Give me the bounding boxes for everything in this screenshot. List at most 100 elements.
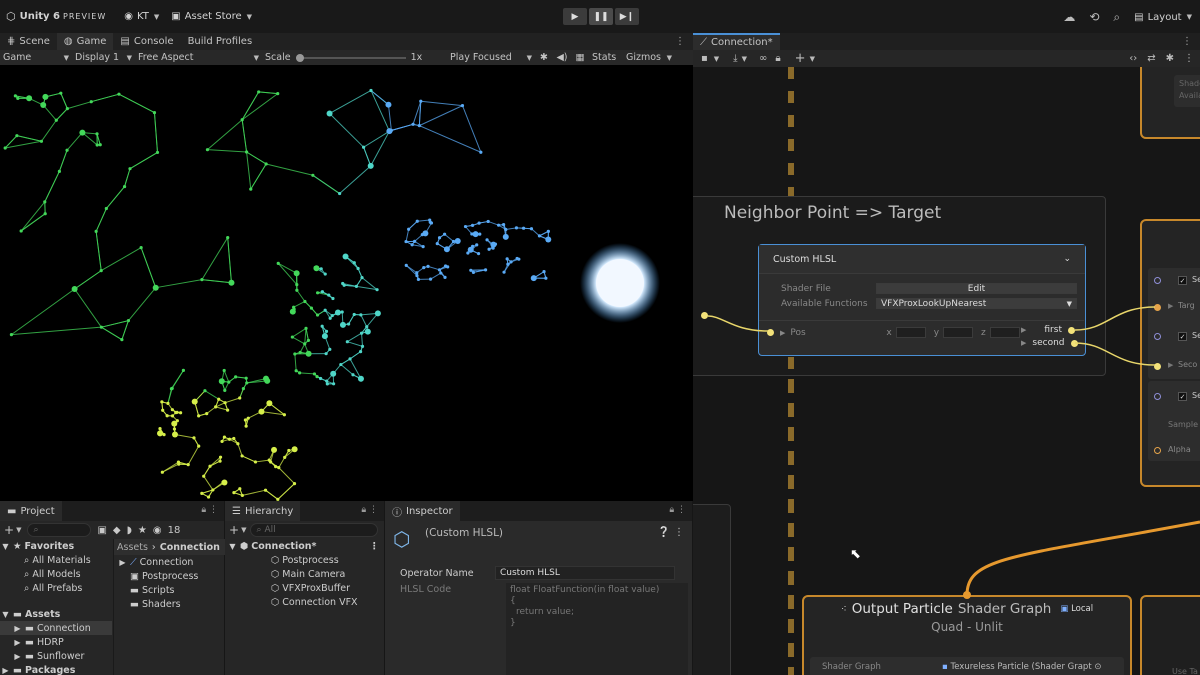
block-enabled-checkbox[interactable]: ✓	[1178, 276, 1187, 285]
debug-icon[interactable]: ✱	[1166, 53, 1174, 64]
account-dropdown[interactable]: ◉ KT ▼	[118, 6, 165, 28]
second-input-port[interactable]	[1154, 363, 1161, 370]
object-picker-icon[interactable]: ⊙	[1094, 662, 1101, 672]
expand-icon[interactable]: ▶	[780, 329, 785, 337]
more-options-icon[interactable]: ⋮	[675, 36, 685, 47]
operator-name-input[interactable]: Custom HLSL	[495, 566, 675, 580]
node-partial-left[interactable]	[693, 504, 731, 675]
keyboard-icon[interactable]: ▦	[571, 52, 589, 63]
scene-filter-icon[interactable]: ▣	[97, 525, 106, 536]
lock-icon[interactable]: 🔒︎ ⋮	[361, 505, 378, 515]
display-dropdown[interactable]: Display 1 ▼	[72, 50, 135, 65]
tab-connection-graph[interactable]: ⟋ Connection*	[693, 33, 780, 50]
asset-file-item[interactable]: ▬ Scripts	[114, 583, 225, 597]
tab-hierarchy[interactable]: ☰ Hierarchy	[225, 501, 301, 521]
audio-icon[interactable]: ◀)	[553, 52, 571, 63]
lock-icon[interactable]: 🔒︎ ⋮	[669, 505, 686, 515]
pos-y-input[interactable]	[943, 327, 974, 338]
hierarchy-item[interactable]: ⬡ VFXProxBuffer	[225, 581, 385, 595]
project-search-input[interactable]: ⌕	[27, 523, 92, 537]
asset-folder-item[interactable]: ▶ ▬ Connection	[0, 621, 112, 635]
gizmos-dropdown[interactable]: Gizmos ▼	[623, 50, 675, 65]
tab-project[interactable]: ▬ Project	[0, 501, 62, 521]
assets-folder[interactable]: ▼ ▬ Assets	[0, 607, 112, 621]
favorite-item[interactable]: ⌕ All Models	[0, 567, 112, 581]
star-icon[interactable]: ★	[138, 525, 147, 536]
tab-scene[interactable]: ⋕ Scene	[0, 33, 57, 50]
tab-console[interactable]: ▤ Console	[113, 33, 180, 50]
visibility-icon[interactable]: ◉	[153, 525, 162, 536]
layout-dropdown[interactable]: ▤ Layout ▼	[1134, 6, 1192, 28]
group-input-port[interactable]	[701, 312, 708, 319]
unity-menu[interactable]: ⬡ Unity 6 PREVIEW	[0, 6, 112, 28]
second-output-port[interactable]	[1070, 339, 1078, 347]
search-icon[interactable]: ⌕	[1113, 10, 1120, 25]
more-options-icon[interactable]: ⋮	[1184, 53, 1194, 64]
local-space-badge[interactable]: ▣ Local	[1060, 604, 1093, 614]
output-particle-context[interactable]: ⁖ Output Particle Shader Graph ▣ Local Q…	[802, 595, 1132, 675]
attach-icon[interactable]: ⤓	[733, 53, 737, 64]
scale-slider[interactable]	[295, 53, 406, 62]
breadcrumb-root[interactable]: Assets	[117, 542, 148, 553]
play-focused-dropdown[interactable]: Play Focused ▼	[447, 50, 535, 65]
scene-root[interactable]: ▼ ⬢ Connection* ⋮	[225, 539, 385, 553]
pos-z-input[interactable]	[989, 327, 1020, 338]
step-button[interactable]: ▶❙	[615, 8, 639, 25]
favorites-folder[interactable]: ▼ ★ Favorites	[0, 539, 112, 553]
help-icon[interactable]: ❔	[658, 527, 670, 538]
block-port[interactable]	[1154, 393, 1161, 400]
asset-folder-item[interactable]: ▶ ▬ Sunflower	[0, 649, 112, 663]
context-node-bottom-right[interactable]: Use Ta	[1140, 595, 1200, 675]
block-enabled-checkbox[interactable]: ✓	[1178, 392, 1187, 401]
vfx-graph-canvas[interactable]: Shader Availab Neighbor Point => Target …	[693, 67, 1200, 675]
label-filter-icon[interactable]: ◗	[127, 525, 132, 536]
context-node-top-right[interactable]: Shader Availab	[1140, 67, 1200, 139]
add-icon[interactable]: +	[4, 523, 14, 537]
code-icon[interactable]: ‹›	[1129, 53, 1137, 64]
aspect-dropdown[interactable]: Free Aspect ▼	[135, 50, 262, 65]
game-mode-dropdown[interactable]: Game ▼	[0, 50, 72, 65]
available-functions-dropdown[interactable]: VFXProxLookUpNearest ▼	[876, 298, 1077, 309]
chevron-down-icon[interactable]: ▼	[714, 55, 719, 63]
chevron-down-icon[interactable]: ▼	[810, 55, 815, 63]
type-filter-icon[interactable]: ◆	[113, 525, 121, 536]
block-enabled-checkbox[interactable]: ✓	[1178, 332, 1187, 341]
favorite-item[interactable]: ⌕ All Materials	[0, 553, 112, 567]
asset-store-dropdown[interactable]: ▣ Asset Store ▼	[165, 6, 258, 28]
shader-graph-field[interactable]: ▪ Texureless Particle (Shader Grapt ⊙	[942, 662, 1102, 672]
asset-file-item[interactable]: ▬ Shaders	[114, 597, 225, 611]
lock-icon[interactable]: 🔒︎	[775, 53, 780, 64]
game-view-viewport[interactable]	[0, 65, 693, 501]
add-node-icon[interactable]: +	[795, 51, 806, 66]
asset-file-item[interactable]: ▶ ⟋ Connection	[114, 555, 225, 569]
custom-hlsl-node-header[interactable]: Custom HLSL ⌄	[759, 245, 1085, 274]
more-options-icon[interactable]: ⋮	[370, 541, 380, 552]
hierarchy-search-input[interactable]: ⌕ All	[250, 523, 379, 537]
hierarchy-item[interactable]: ⬡ Main Camera	[225, 567, 385, 581]
tab-game[interactable]: ◍ Game	[56, 33, 114, 50]
add-icon[interactable]: +	[229, 523, 239, 537]
chevron-down-icon[interactable]: ▼	[241, 526, 246, 534]
bug-icon[interactable]: ✱	[535, 52, 553, 63]
favorite-item[interactable]: ⌕ All Prefabs	[0, 581, 112, 595]
group-title[interactable]: Neighbor Point => Target	[724, 203, 941, 223]
tab-build-profiles[interactable]: Build Profiles	[181, 33, 260, 50]
context-node-right[interactable]: ✓ Se ▶ Targ ✓ Se ▶ Seco ✓ Se Sample Alph…	[1140, 219, 1200, 487]
expand-icon[interactable]: ▶	[1021, 326, 1026, 334]
hlsl-code-textarea[interactable]: float FloatFunction(in float value) { re…	[506, 583, 688, 675]
pos-x-input[interactable]	[895, 327, 926, 338]
expand-icon[interactable]: ▶	[1168, 361, 1173, 369]
compare-icon[interactable]: ⇄	[1147, 53, 1155, 64]
chevron-down-icon[interactable]: ▼	[16, 526, 21, 534]
pos-input-port[interactable]	[767, 329, 774, 336]
edit-button[interactable]: Edit	[876, 283, 1077, 294]
link-icon[interactable]: ∞	[759, 53, 767, 64]
custom-hlsl-node[interactable]: Custom HLSL ⌄ Shader File Edit Available…	[758, 244, 1086, 356]
more-options-icon[interactable]: ⋮	[1182, 36, 1192, 47]
play-button[interactable]: ▶	[563, 8, 587, 25]
asset-file-item[interactable]: ▣ Postprocess	[114, 569, 225, 583]
save-icon[interactable]: ▪	[701, 53, 708, 64]
hierarchy-item[interactable]: ⬡ Postprocess	[225, 553, 385, 567]
hierarchy-item[interactable]: ⬡ Connection VFX	[225, 595, 385, 609]
output-particle-header[interactable]: ⁖ Output Particle Shader Graph ▣ Local	[804, 601, 1130, 617]
